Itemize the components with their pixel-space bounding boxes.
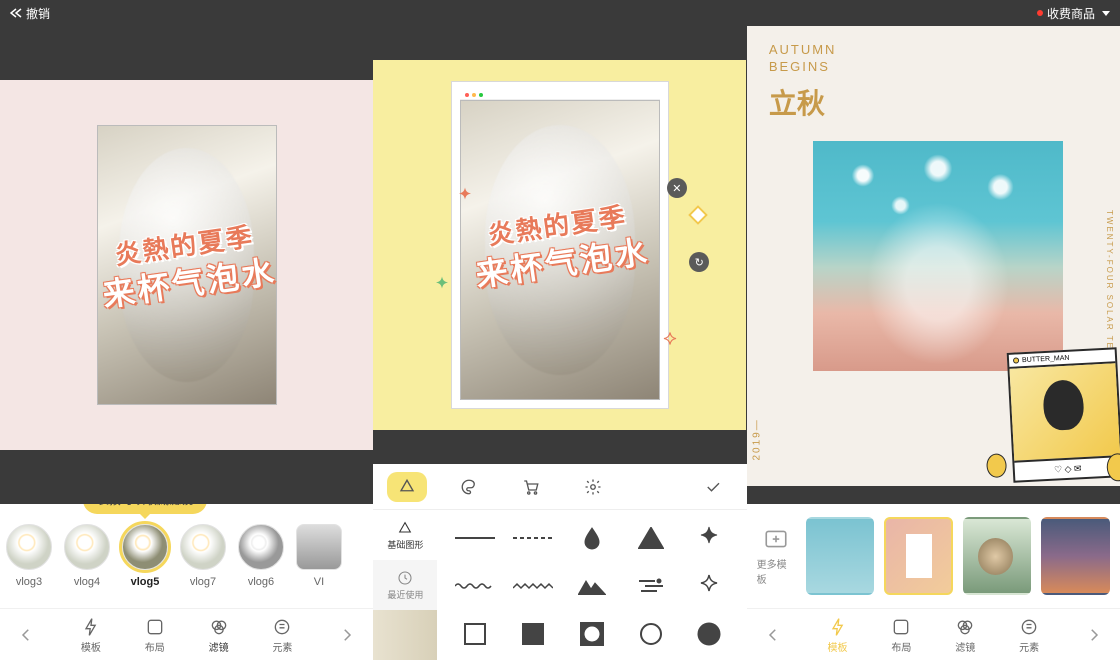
template-thumb-4[interactable] bbox=[1041, 517, 1110, 595]
shape-sparkle-solid[interactable] bbox=[687, 519, 731, 557]
cat-store[interactable] bbox=[511, 472, 551, 502]
cat-shapes[interactable] bbox=[387, 472, 427, 502]
confirm-button[interactable] bbox=[693, 472, 733, 502]
polaroid-sticker[interactable]: BUTTER_MAN ♡ ◇ ✉ bbox=[1006, 347, 1119, 483]
paid-label: 收费商品 bbox=[1047, 5, 1095, 22]
bottom-tabbar: 模板 布局 滤镜 元素 bbox=[0, 608, 373, 660]
shape-line-solid[interactable] bbox=[453, 519, 497, 557]
shape-wave[interactable] bbox=[453, 567, 497, 605]
paid-products-button[interactable]: 收费商品 bbox=[1037, 5, 1110, 22]
template-icon bbox=[80, 616, 102, 638]
template-icon bbox=[827, 616, 849, 638]
sparkle-icon bbox=[661, 331, 679, 349]
template-thumb-2[interactable] bbox=[884, 517, 953, 595]
photo-frame[interactable] bbox=[451, 81, 669, 409]
shape-circle-cutout[interactable] bbox=[570, 615, 614, 653]
canvas-area[interactable]: 炎熱的夏季 来杯气泡水 ✕ ↻ bbox=[373, 26, 746, 464]
screen-shapes: 炎熱的夏季 来杯气泡水 ✕ ↻ 基础图形 bbox=[373, 0, 746, 660]
side-basic-shapes[interactable]: 基础图形 bbox=[373, 510, 437, 560]
screen-filter: 撤销 炎熱的夏季 来杯气泡水 2 vlog3 vlog4 bbox=[0, 0, 373, 660]
tab-element[interactable]: 元素 bbox=[271, 616, 293, 654]
side-more[interactable] bbox=[373, 610, 437, 660]
shape-grid bbox=[437, 510, 746, 660]
filter-icon bbox=[954, 616, 976, 638]
undo-button[interactable]: 撤销 bbox=[10, 5, 50, 22]
shape-sparkle-outline[interactable] bbox=[687, 567, 731, 605]
filter-strip[interactable]: 2 vlog3 vlog4 长按可以收藏滤镜 vlog5 vlog7 vl bbox=[0, 504, 373, 608]
cat-palette[interactable] bbox=[449, 472, 489, 502]
sparkle-icon bbox=[433, 275, 451, 293]
shape-haze[interactable] bbox=[629, 567, 673, 605]
top-bar: 撤销 bbox=[0, 0, 373, 26]
sparkle-icon bbox=[456, 186, 474, 204]
tab-element[interactable]: 元素 bbox=[1018, 616, 1040, 654]
undo-label: 撤销 bbox=[26, 5, 50, 22]
forward-arrow[interactable] bbox=[335, 623, 359, 647]
filter-vlog6[interactable] bbox=[238, 524, 284, 570]
element-category-bar bbox=[373, 464, 746, 510]
shape-sidebar: 基础图形 最近使用 bbox=[373, 510, 437, 660]
element-icon bbox=[271, 616, 293, 638]
polaroid-username: BUTTER_MAN bbox=[1022, 354, 1070, 363]
element-icon bbox=[1018, 616, 1040, 638]
undo-icon bbox=[10, 8, 22, 18]
shape-line-dashed[interactable] bbox=[511, 519, 555, 557]
screen-templates: 收费商品 AUTUMNBEGINS 立秋 2019— TWENTY-FOUR S… bbox=[747, 0, 1120, 660]
dot-icon bbox=[1037, 10, 1043, 16]
more-templates-button[interactable]: 更多模板 bbox=[757, 526, 796, 586]
rotate-handle[interactable]: ↻ bbox=[689, 252, 709, 272]
cat-settings[interactable] bbox=[573, 472, 613, 502]
shape-circle-solid[interactable] bbox=[687, 615, 731, 653]
canvas-area[interactable]: AUTUMNBEGINS 立秋 2019— TWENTY-FOUR SOLAR … bbox=[747, 26, 1120, 504]
bottom-tabbar: 模板 布局 滤镜 元素 bbox=[747, 608, 1120, 660]
shape-square-solid[interactable] bbox=[511, 615, 555, 653]
top-bar: 收费商品 bbox=[747, 0, 1120, 26]
canvas-area[interactable]: 炎熱的夏季 来杯气泡水 bbox=[0, 26, 373, 504]
tab-template[interactable]: 模板 bbox=[827, 616, 849, 654]
delete-handle[interactable]: ✕ bbox=[667, 178, 687, 198]
filter-vlog4[interactable] bbox=[64, 524, 110, 570]
top-bar bbox=[373, 0, 746, 26]
forward-arrow[interactable] bbox=[1082, 623, 1106, 647]
filter-vlog3[interactable] bbox=[6, 524, 52, 570]
template-thumb-1[interactable] bbox=[806, 517, 875, 595]
back-arrow[interactable] bbox=[761, 623, 785, 647]
tooltip-favorite: 长按可以收藏滤镜 bbox=[83, 504, 207, 514]
photo-preview[interactable] bbox=[97, 125, 277, 405]
window-controls bbox=[460, 90, 660, 100]
chevron-down-icon bbox=[1102, 11, 1110, 16]
filter-icon bbox=[208, 616, 230, 638]
tab-filter[interactable]: 滤镜 bbox=[208, 616, 230, 654]
layout-icon bbox=[144, 616, 166, 638]
layout-icon bbox=[890, 616, 912, 638]
shape-triangle-solid[interactable] bbox=[629, 519, 673, 557]
tab-filter[interactable]: 滤镜 bbox=[954, 616, 976, 654]
autumn-label: AUTUMNBEGINS bbox=[769, 42, 837, 76]
year-label: 2019— bbox=[751, 418, 762, 460]
template-thumb-3[interactable] bbox=[963, 517, 1032, 595]
shape-circle-outline[interactable] bbox=[629, 615, 673, 653]
scale-handle[interactable] bbox=[689, 205, 709, 225]
shape-drop[interactable] bbox=[570, 519, 614, 557]
tab-layout[interactable]: 布局 bbox=[144, 616, 166, 654]
shape-zigzag[interactable] bbox=[511, 567, 555, 605]
shape-square-outline[interactable] bbox=[453, 615, 497, 653]
side-recent[interactable]: 最近使用 bbox=[373, 560, 437, 610]
liqiu-title: 立秋 bbox=[769, 82, 825, 122]
shape-mountain[interactable] bbox=[570, 567, 614, 605]
back-arrow[interactable] bbox=[14, 623, 38, 647]
filter-vi[interactable] bbox=[296, 524, 342, 570]
template-strip: 更多模板 bbox=[747, 504, 1120, 608]
filter-vlog5[interactable] bbox=[122, 524, 168, 570]
tab-layout[interactable]: 布局 bbox=[890, 616, 912, 654]
filter-vlog7[interactable] bbox=[180, 524, 226, 570]
sky-photo[interactable] bbox=[813, 141, 1063, 371]
tab-template[interactable]: 模板 bbox=[80, 616, 102, 654]
